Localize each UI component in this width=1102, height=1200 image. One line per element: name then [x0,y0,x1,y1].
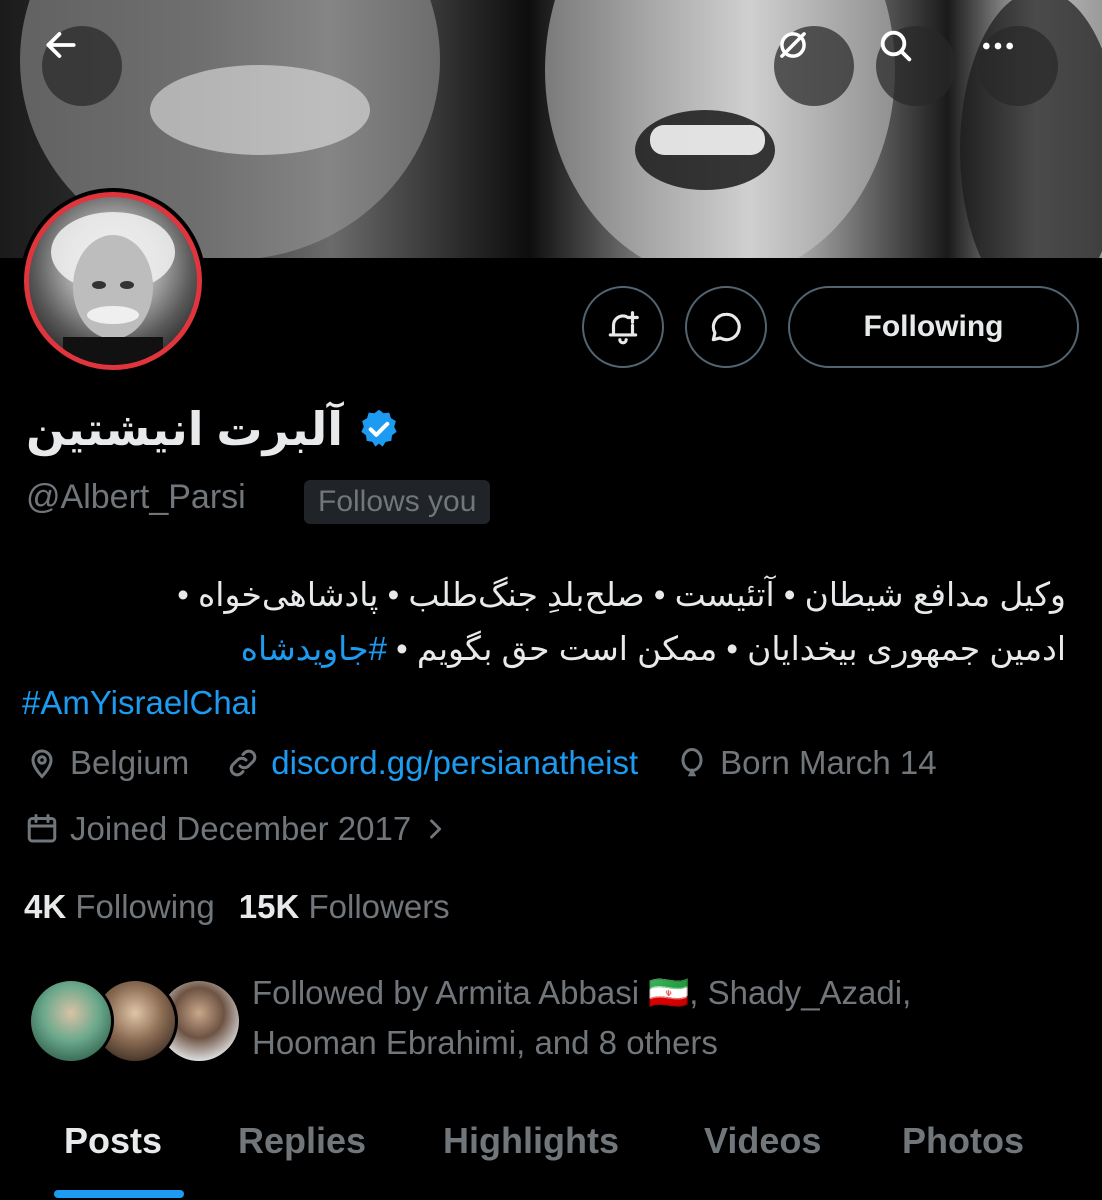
avatar-image [24,192,202,370]
profile-tabs: Posts Replies Highlights Videos Photos [0,1100,1102,1200]
bell-plus-icon [608,311,639,345]
location-text: Belgium [70,744,190,781]
follow-stats: 4K Following 15K Followers [24,888,450,926]
display-name-row: آلبرت انیشتین [26,402,401,456]
followed-by[interactable] [28,972,242,1064]
display-name: آلبرت انیشتین [26,403,344,455]
hashtag-link-amyisraelchai[interactable]: #AmYisraelChai [22,676,1082,730]
tab-replies[interactable]: Replies [238,1100,366,1162]
birthday: Born March 14 [674,744,937,782]
verified-badge-icon [361,409,397,447]
following-stat[interactable]: 4K Following [24,888,215,926]
translate-icon [780,32,806,58]
followed-by-line-2: Hooman Ebrahimi, and 8 others [252,1024,718,1061]
followed-by-text[interactable]: Followed by Armita Abbasi 🇮🇷, Shady_Azad… [252,968,1012,1068]
chevron-right-icon [430,819,442,839]
website-link[interactable]: discord.gg/persianatheist [271,744,638,782]
notifications-button[interactable] [582,286,664,368]
joined[interactable]: Joined December 2017 [24,810,449,848]
joined-text: Joined December 2017 [70,810,412,847]
bio-line-2: ادمین جمهوری بیخدایان • ممکن است حق بگوی… [22,622,1066,676]
follower-avatar-1 [28,978,114,1064]
birthday-text: Born March 14 [720,744,937,781]
chat-bubble-icon [711,312,741,342]
location: Belgium [24,744,189,782]
balloon-icon [681,748,703,777]
following-count: 4K [24,888,67,925]
followers-label: Followers [308,888,450,925]
translate-button[interactable] [774,26,854,106]
handle: @Albert_Parsi [26,478,246,516]
followers-count: 15K [238,888,300,925]
bio-line-1: وکیل مدافع شیطان • آتئیست • صلح‌بلدِ جنگ… [177,576,1066,613]
joined-row[interactable]: Joined December 2017 [24,810,485,848]
back-button[interactable] [42,26,122,106]
website[interactable]: discord.gg/persianatheist [225,744,638,782]
search-button[interactable] [876,26,956,106]
arrow-left-icon [46,32,76,58]
active-tab-indicator [54,1190,184,1198]
tab-videos[interactable]: Videos [704,1100,821,1162]
followed-by-avatars [28,972,242,1064]
bio: وکیل مدافع شیطان • آتئیست • صلح‌بلدِ جنگ… [22,568,1082,730]
more-horizontal-icon [983,42,1013,50]
following-button[interactable]: Following [788,286,1079,368]
profile-meta-row: Belgium discord.gg/persianatheist Born M… [24,744,973,782]
followed-by-line-1: Followed by Armita Abbasi 🇮🇷, Shady_Azad… [252,974,912,1011]
following-label: Following [75,888,215,925]
tab-photos[interactable]: Photos [902,1100,1024,1162]
link-icon [229,749,257,777]
more-button[interactable] [978,26,1058,106]
hashtag-link-javidshah[interactable]: #جاویدشاه [241,630,387,667]
search-icon [880,30,912,62]
followers-stat[interactable]: 15K Followers [239,888,450,926]
tab-highlights[interactable]: Highlights [443,1100,619,1162]
location-pin-icon [31,749,53,779]
calendar-icon [27,814,57,843]
avatar[interactable] [20,188,206,374]
bio-line-2-text: ادمین جمهوری بیخدایان • ممکن است حق بگوی… [387,630,1066,667]
tab-posts[interactable]: Posts [64,1100,162,1162]
message-button[interactable] [685,286,767,368]
follows-you-badge: Follows you [304,480,491,524]
